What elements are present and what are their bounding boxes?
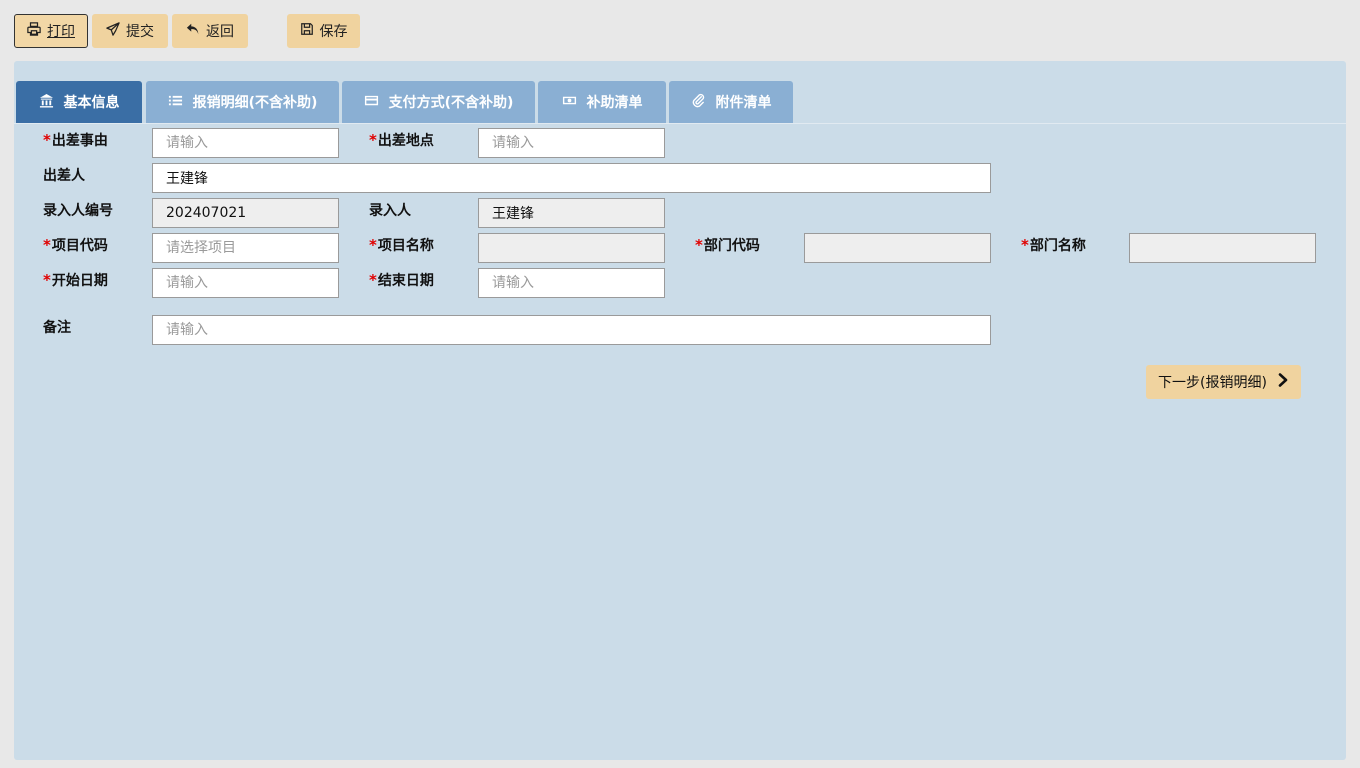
tab-expense-details[interactable]: 报销明细(不含补助) (146, 81, 339, 123)
print-button[interactable]: 打印 (14, 14, 88, 48)
tab-divider (14, 123, 1346, 124)
list-icon (168, 93, 183, 112)
traveler-input[interactable] (152, 163, 991, 193)
back-label: 返回 (206, 24, 234, 40)
dept-code-label: *部门代码 (695, 236, 760, 254)
main-panel: 基本信息 报销明细(不含补助) 支付方式(不含补助) 补助清单 附件清单 *出差… (14, 61, 1346, 760)
remarks-label: 备注 (43, 320, 71, 336)
remarks-input[interactable] (152, 315, 991, 345)
project-name-input[interactable] (478, 233, 665, 263)
tab-attachment-list[interactable]: 附件清单 (669, 81, 793, 123)
project-code-input[interactable] (152, 233, 339, 263)
undo-arrow-icon (186, 22, 200, 40)
end-date-input[interactable] (478, 268, 665, 298)
submit-label: 提交 (126, 24, 154, 40)
project-code-label: *项目代码 (43, 236, 108, 254)
credit-card-icon (364, 93, 379, 112)
entry-person-label: 录入人 (369, 203, 411, 219)
tab-allowance-list[interactable]: 补助清单 (538, 81, 666, 123)
dept-name-label: *部门名称 (1021, 236, 1086, 254)
trip-reason-label: *出差事由 (43, 131, 108, 149)
save-label: 保存 (319, 24, 348, 40)
money-icon (562, 93, 577, 112)
entry-person-input[interactable] (478, 198, 665, 228)
tab-label: 支付方式(不含补助) (388, 95, 514, 111)
trip-location-label: *出差地点 (369, 131, 434, 149)
dept-name-input[interactable] (1129, 233, 1316, 263)
printer-icon (27, 22, 41, 40)
paper-plane-icon (106, 22, 120, 40)
tab-label: 报销明细(不含补助) (192, 95, 318, 111)
entry-id-input[interactable] (152, 198, 339, 228)
tab-label: 补助清单 (586, 95, 643, 111)
bank-icon (39, 93, 54, 112)
chevron-right-icon (1277, 373, 1289, 391)
trip-reason-input[interactable] (152, 128, 339, 158)
next-step-button[interactable]: 下一步(报销明细) (1146, 365, 1301, 399)
project-name-label: *项目名称 (369, 236, 434, 254)
start-date-label: *开始日期 (43, 271, 108, 289)
trip-location-input[interactable] (478, 128, 665, 158)
tab-label: 附件清单 (715, 95, 772, 111)
tab-payment-method[interactable]: 支付方式(不含补助) (342, 81, 535, 123)
end-date-label: *结束日期 (369, 271, 434, 289)
paperclip-icon (691, 93, 706, 112)
floppy-disk-icon (300, 22, 314, 40)
print-label: 打印 (47, 24, 75, 40)
back-button[interactable]: 返回 (172, 14, 248, 48)
next-step-label: 下一步(报销明细) (1158, 375, 1267, 391)
submit-button[interactable]: 提交 (92, 14, 168, 48)
tab-basic-info[interactable]: 基本信息 (16, 81, 142, 123)
tab-label: 基本信息 (63, 95, 120, 111)
entry-id-label: 录入人编号 (43, 203, 113, 219)
dept-code-input[interactable] (804, 233, 991, 263)
traveler-label: 出差人 (43, 168, 85, 184)
start-date-input[interactable] (152, 268, 339, 298)
save-button[interactable]: 保存 (287, 14, 360, 48)
